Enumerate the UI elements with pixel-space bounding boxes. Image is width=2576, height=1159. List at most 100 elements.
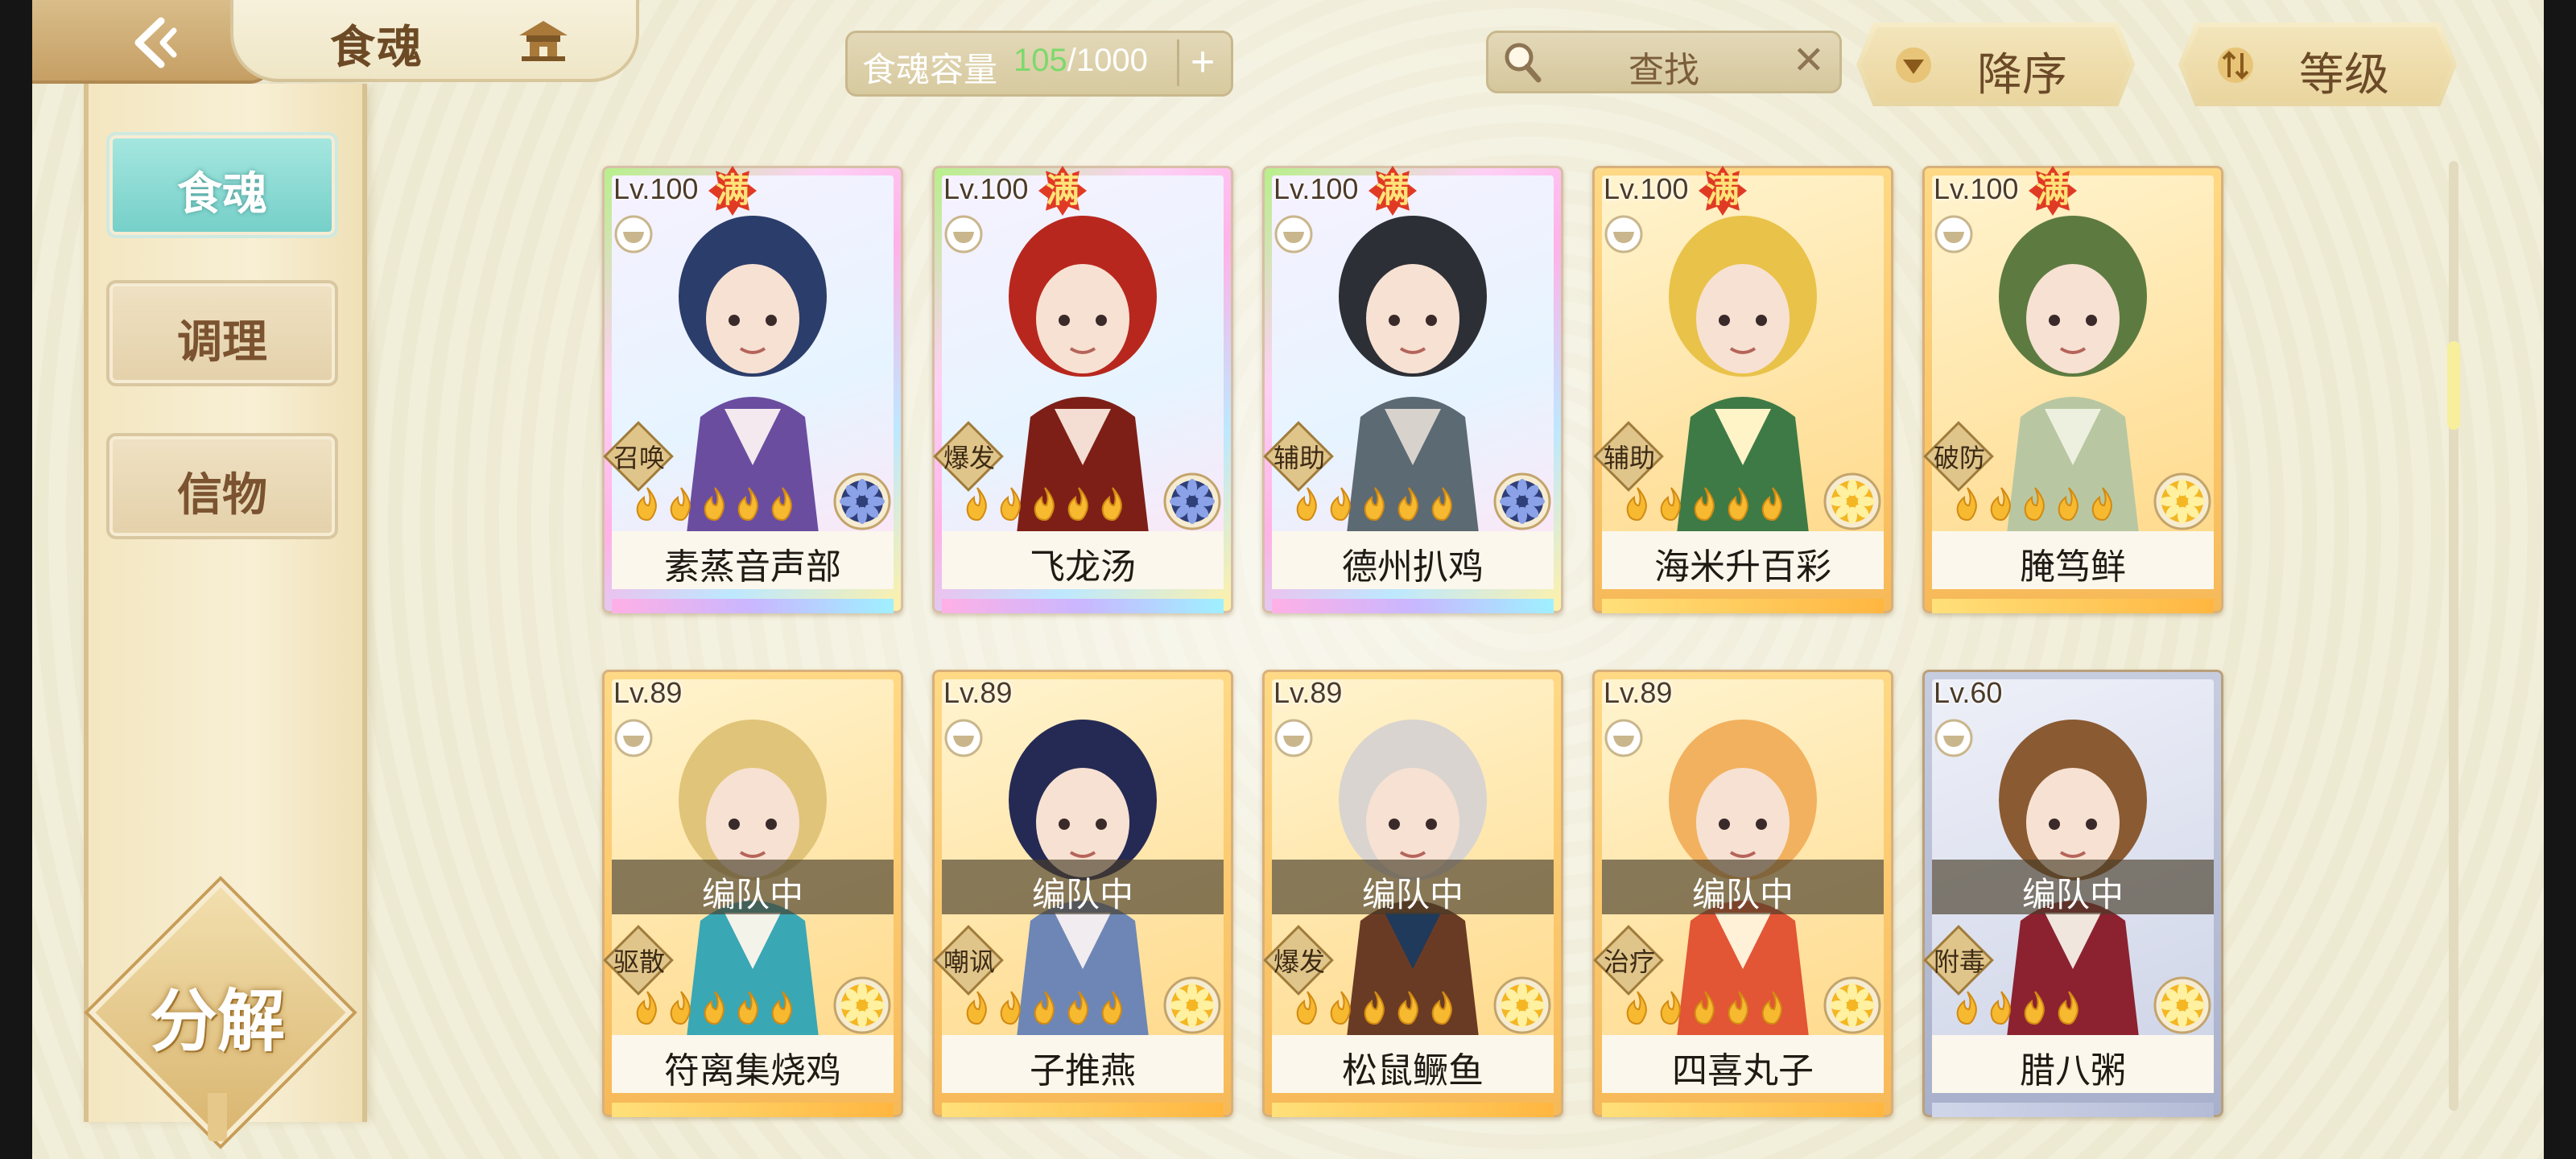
tab-label: 信物: [177, 468, 267, 522]
card-footer-strip: [1602, 599, 1884, 613]
pagoda-icon[interactable]: [515, 16, 572, 64]
card-level: Lv.100: [1604, 172, 1689, 205]
card-footer-strip: [1932, 1103, 2214, 1117]
flame-icon: [737, 487, 758, 522]
flame-icon: [1101, 991, 1122, 1025]
role-label: 破防: [1933, 443, 1985, 472]
tab-food-souls[interactable]: 食魂: [106, 132, 338, 238]
tab-conditioning[interactable]: 调理: [106, 280, 338, 386]
role-label: 辅助: [1273, 443, 1325, 472]
bowl-icon: [1604, 719, 1643, 757]
bowl-icon: [1934, 215, 1973, 254]
bowl-icon: [1274, 719, 1313, 757]
sort-order-label: 降序: [1977, 49, 2067, 101]
flame-icon: [771, 991, 792, 1025]
bowl-icon: [614, 719, 653, 757]
flame-icon: [636, 991, 657, 1025]
flame-icon: [1431, 487, 1452, 522]
role-label: 治疗: [1603, 947, 1655, 976]
role-label: 召唤: [613, 443, 665, 472]
role-badge: 附毒: [1922, 924, 1994, 996]
sort-key-button[interactable]: 等级: [2178, 23, 2457, 106]
food-soul-card[interactable]: 编队中 Lv.60 附毒 腊八粥: [1922, 670, 2223, 1117]
flame-icon: [1296, 991, 1317, 1025]
scrollbar-thumb[interactable]: [2447, 341, 2460, 430]
close-icon[interactable]: ✕: [1793, 41, 1825, 81]
character-name: 四喜丸子: [1672, 1050, 1814, 1091]
star-rating: [1951, 990, 2085, 1027]
medal-icon: [1163, 472, 1221, 530]
card-footer-strip: [1272, 1103, 1554, 1117]
flame-icon: [2024, 991, 2045, 1025]
tab-tokens[interactable]: 信物: [106, 433, 338, 539]
name-bar: 符离集烧鸡: [612, 1035, 894, 1093]
flame-icon: [1431, 991, 1452, 1025]
capacity-add-button[interactable]: +: [1177, 39, 1226, 86]
star-rating: [631, 990, 799, 1027]
flame-icon: [1761, 487, 1782, 522]
medal-icon: [1823, 976, 1881, 1034]
flame-icon: [1761, 991, 1782, 1025]
food-soul-card[interactable]: Lv.100 满召唤 素蒸音声部: [602, 166, 903, 613]
card-level: Lv.100: [1934, 172, 2019, 205]
left-letterbox: [0, 0, 32, 1159]
sort-order-button[interactable]: 降序: [1856, 23, 2135, 106]
food-soul-card[interactable]: Lv.100 满爆发 飞龙汤: [932, 166, 1233, 613]
food-soul-card[interactable]: 编队中 Lv.89 治疗 四喜丸子: [1592, 670, 1893, 1117]
name-bar: 飞龙汤: [942, 531, 1224, 589]
name-bar: 腌笃鲜: [1932, 531, 2214, 589]
page-title-plate: 食魂: [230, 0, 639, 82]
star-rating: [631, 486, 799, 523]
food-soul-card[interactable]: Lv.100 满辅助 海米升百彩: [1592, 166, 1893, 613]
name-bar: 腊八粥: [1932, 1035, 2214, 1093]
food-soul-card[interactable]: 编队中 Lv.89 驱散 符离集烧鸡: [602, 670, 903, 1117]
search-button[interactable]: 查找 ✕: [1486, 31, 1842, 93]
capacity-display: 食魂容量 105/1000 +: [845, 31, 1233, 97]
food-soul-card[interactable]: Lv.100 满辅助 德州扒鸡: [1262, 166, 1563, 613]
character-name: 素蒸音声部: [664, 547, 841, 588]
food-soul-card[interactable]: 编队中 Lv.89 嘲讽 子推燕: [932, 670, 1233, 1117]
card-footer-strip: [1932, 599, 2214, 613]
star-rating: [1291, 486, 1459, 523]
role-label: 爆发: [1273, 947, 1325, 976]
back-arrow-icon: [134, 17, 177, 68]
food-soul-card[interactable]: 编队中 Lv.89 爆发 松鼠鳜鱼: [1262, 670, 1563, 1117]
card-level: Lv.100: [943, 172, 1029, 205]
card-footer-strip: [942, 599, 1224, 613]
capacity-max: /1000: [1067, 43, 1148, 78]
card-level: Lv.100: [1274, 172, 1359, 205]
flame-icon: [1296, 487, 1317, 522]
flame-icon: [704, 487, 724, 522]
flame-icon: [2091, 487, 2112, 522]
flame-icon: [1694, 487, 1715, 522]
card-footer-strip: [1602, 1103, 1884, 1117]
decompose-label[interactable]: 分解: [113, 967, 322, 1065]
flame-icon: [670, 991, 691, 1025]
star-rating: [1621, 486, 1789, 523]
name-bar: 子推燕: [942, 1035, 1224, 1093]
in-team-banner: 编队中: [1602, 860, 1884, 914]
flame-icon: [1626, 991, 1647, 1025]
scrollbar-track[interactable]: [2449, 161, 2458, 1111]
role-badge: 爆发: [932, 420, 1004, 492]
card-level: Lv.89: [613, 676, 683, 709]
sort-level-icon: [2218, 47, 2253, 83]
bowl-icon: [944, 215, 983, 254]
medal-icon: [1823, 472, 1881, 530]
flame-icon: [966, 991, 987, 1025]
tab-label: 食魂: [177, 167, 267, 221]
card-footer-strip: [942, 1103, 1224, 1117]
card-level: Lv.89: [1274, 676, 1343, 709]
food-soul-card[interactable]: Lv.100 满破防 腌笃鲜: [1922, 166, 2223, 613]
in-team-banner: 编队中: [612, 860, 894, 914]
medal-icon: [833, 472, 891, 530]
flame-icon: [1034, 487, 1055, 522]
flame-icon: [670, 487, 691, 522]
medal-icon: [2153, 472, 2211, 530]
character-name: 德州扒鸡: [1342, 547, 1484, 588]
name-bar: 素蒸音声部: [612, 531, 894, 589]
character-name: 腌笃鲜: [2020, 547, 2126, 588]
flame-icon: [1101, 487, 1122, 522]
card-level: Lv.100: [613, 172, 699, 205]
medal-icon: [1493, 976, 1551, 1034]
